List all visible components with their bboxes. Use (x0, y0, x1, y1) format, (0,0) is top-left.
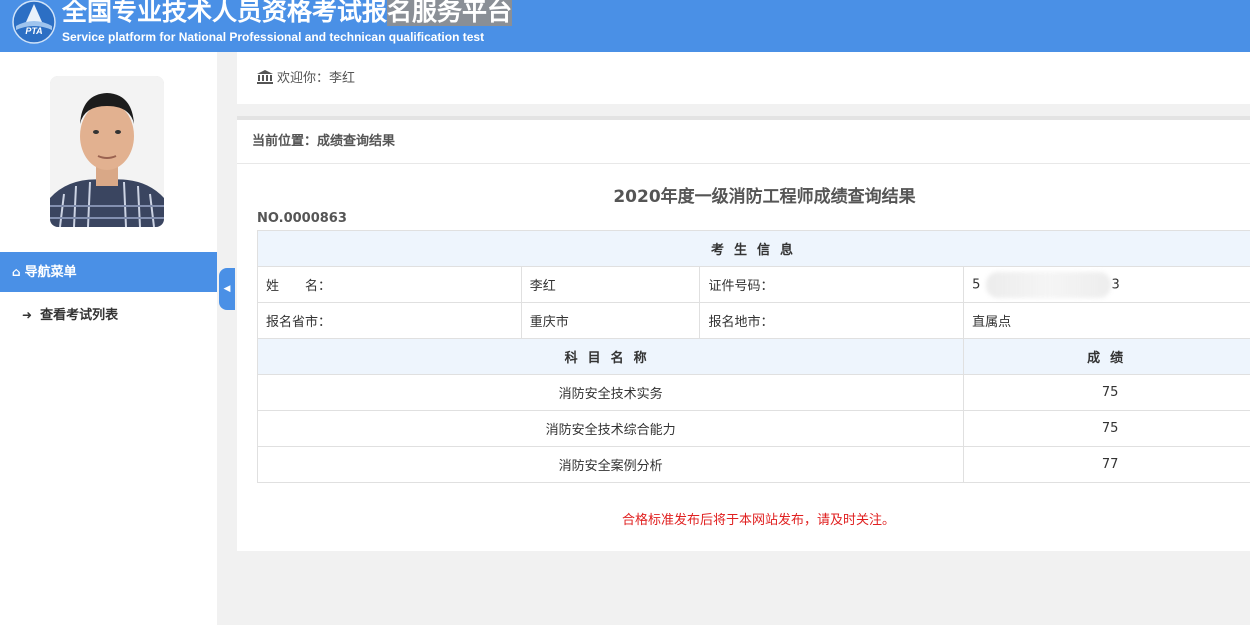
id-number-label: 证件号码： (699, 266, 965, 303)
table-row: 姓 名： 李红 证件号码： 53 (257, 266, 1250, 303)
result-panel: 当前位置：成绩查询结果 2020年度一级消防工程师成绩查询结果 NO.00008… (237, 116, 1250, 551)
city-value: 直属点 (963, 302, 1250, 339)
subject-score: 75 (963, 410, 1250, 447)
subject-name: 消防安全技术综合能力 (256, 410, 965, 447)
bank-icon (257, 69, 273, 84)
subject-name: 消防安全案例分析 (256, 446, 965, 483)
site-title: 全国专业技术人员资格考试报名服务平台 (62, 0, 513, 28)
logo-text: PTA (25, 26, 42, 36)
province-label: 报名省市： (257, 302, 522, 339)
result-title: 2020年度一级消防工程师成绩查询结果 (613, 187, 916, 207)
sidebar-collapse-toggle[interactable]: ◀ (219, 268, 235, 310)
nav-menu-header[interactable]: ⌂ 导航菜单 (0, 252, 217, 292)
subject-column-header: 科目名称 (256, 338, 965, 375)
site-title-part-1: 全国专业技术人员资格考试报 (62, 0, 388, 26)
nav-menu-title: 导航菜单 (24, 265, 77, 280)
score-header-row: 科目名称 成绩 (256, 338, 1250, 375)
city-label: 报名地市： (699, 302, 965, 339)
score-table: 考生信息 姓 名： 李红 证件号码： 53 报名省市： 重庆市 报名地市： 直属… (256, 230, 1250, 483)
subject-name: 消防安全技术实务 (256, 374, 965, 411)
score-column-header: 成绩 (963, 338, 1250, 375)
redaction-mask (986, 271, 1112, 298)
name-label: 姓 名： (257, 266, 522, 303)
sidebar-item-label: 查看考试列表 (40, 308, 119, 323)
section-row-candidate-info: 考生信息 (257, 230, 1250, 267)
table-row: 消防安全技术实务 75 (256, 374, 1250, 411)
table-row: 消防安全案例分析 77 (256, 446, 1250, 483)
id-number-value: 53 (963, 266, 1250, 303)
result-number: NO.0000863 (257, 211, 347, 226)
caret-left-icon: ◀ (223, 284, 231, 294)
section-header-candidate-info: 考生信息 (257, 230, 1250, 267)
subject-score: 77 (963, 446, 1250, 483)
site-title-part-2-highlighted: 名服务平台 (387, 0, 513, 26)
subject-score: 75 (963, 374, 1250, 411)
sign-in-icon: ➜ (22, 308, 33, 322)
site-subtitle: Service platform for National Profession… (62, 30, 485, 44)
sidebar: ⌂ 导航菜单 ➜ 查看考试列表 (0, 52, 217, 625)
id-number-start: 5 (972, 277, 981, 292)
home-icon: ⌂ (12, 265, 21, 279)
welcome-bar: 欢迎你：李红 (237, 52, 1250, 104)
user-avatar (50, 76, 164, 227)
pta-logo: PTA (12, 0, 56, 44)
top-header: PTA 全国专业技术人员资格考试报名服务平台 Service platform … (0, 0, 1250, 52)
publish-notice: 合格标准发布后将于本网站发布，请及时关注。 (621, 513, 895, 528)
table-row: 消防安全技术综合能力 75 (256, 410, 1250, 447)
province-value: 重庆市 (520, 302, 701, 339)
table-row: 报名省市： 重庆市 报名地市： 直属点 (257, 302, 1250, 339)
sidebar-item-exam-list[interactable]: ➜ 查看考试列表 (0, 296, 217, 334)
welcome-text: 欢迎你：李红 (277, 71, 356, 86)
name-value: 李红 (520, 266, 701, 303)
breadcrumb: 当前位置：成绩查询结果 (237, 120, 1250, 164)
id-number-end: 3 (1111, 277, 1120, 292)
